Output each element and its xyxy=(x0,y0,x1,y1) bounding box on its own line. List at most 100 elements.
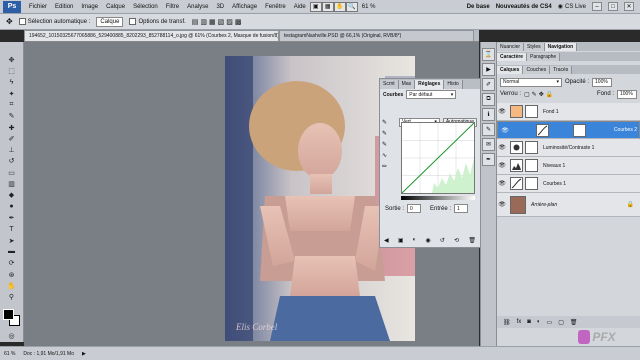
close-button[interactable]: ✕ xyxy=(624,2,634,11)
clip-layer-icon[interactable]: ◐ xyxy=(413,237,417,244)
fill-field[interactable]: 100% xyxy=(617,89,637,99)
3d-orbit-icon[interactable]: ⊛ xyxy=(5,270,19,279)
previous-state-icon[interactable]: ↺ xyxy=(440,237,445,244)
healing-brush-icon[interactable]: ✚ xyxy=(5,123,19,132)
color-swatches[interactable] xyxy=(2,308,21,326)
layer-row[interactable]: 👁 Courbes 1 xyxy=(497,175,640,193)
eyedropper-white-icon[interactable]: ✎ xyxy=(382,141,396,148)
magic-wand-icon[interactable]: ✦ xyxy=(5,89,19,98)
layer-style-icon[interactable]: fx xyxy=(517,319,522,325)
move-tool-icon[interactable]: ✥ xyxy=(6,17,13,26)
menu-filtre[interactable]: Filtre xyxy=(162,0,183,14)
eye-icon[interactable]: 👁 xyxy=(497,144,507,151)
new-layer-icon[interactable]: ▢ xyxy=(558,319,564,326)
menu-3d[interactable]: 3D xyxy=(212,0,228,14)
auto-select-checkbox[interactable]: Sélection automatique : xyxy=(18,17,90,25)
eraser-icon[interactable]: ▭ xyxy=(5,168,19,177)
tab-navigation[interactable]: Navigation xyxy=(544,43,578,51)
notes-icon[interactable]: ✉ xyxy=(482,138,495,151)
tab-reglages[interactable]: Réglages xyxy=(415,80,445,89)
zoom-tool-icon[interactable]: ⚲ xyxy=(5,293,19,302)
eye-icon[interactable]: 👁 xyxy=(497,201,507,208)
trash-icon[interactable]: 🗑 xyxy=(570,319,578,326)
input-field[interactable]: 1 xyxy=(454,204,469,213)
brush-tool-icon[interactable]: ✐ xyxy=(5,134,19,143)
eyedropper-gray-icon[interactable]: ✎ xyxy=(382,130,396,137)
info-icon[interactable]: ℹ xyxy=(482,108,495,121)
link-layers-icon[interactable]: ⛓ xyxy=(503,319,511,326)
output-field[interactable]: 0 xyxy=(407,204,422,213)
transform-checkbox[interactable]: Options de transf. xyxy=(129,17,186,25)
menu-edition[interactable]: Edition xyxy=(51,0,77,14)
blur-tool-icon[interactable]: ◆ xyxy=(5,191,19,200)
shape-tool-icon[interactable]: ▬ xyxy=(5,247,19,256)
layer-row-selected[interactable]: 👁 Courbes 2 xyxy=(497,121,640,139)
history-brush-icon[interactable]: ↺ xyxy=(5,157,19,166)
preset-dropdown[interactable]: Par défaut ▾ xyxy=(406,90,457,99)
menu-affichage[interactable]: Affichage xyxy=(228,0,261,14)
workspace-basic[interactable]: De base xyxy=(467,4,490,10)
dodge-tool-icon[interactable]: ● xyxy=(5,202,19,211)
adjustment-layer-icon[interactable]: ◐ xyxy=(537,319,541,325)
foreground-color-swatch[interactable] xyxy=(2,308,14,320)
back-arrow-icon[interactable]: ◀ xyxy=(384,237,389,244)
layer-row[interactable]: 👁 Arrière-plan 🔒 xyxy=(497,193,640,217)
tab-paragraphe[interactable]: Paragraphe xyxy=(527,53,561,61)
cs-live[interactable]: ◉ CS Live xyxy=(558,3,586,11)
path-select-icon[interactable]: ➤ xyxy=(5,236,19,245)
maximize-button[interactable]: □ xyxy=(608,2,618,11)
add-mask-icon[interactable]: ◙ xyxy=(527,319,531,325)
reset-icon[interactable]: ⟲ xyxy=(454,237,459,244)
visibility-icon[interactable]: ◉ xyxy=(425,237,430,244)
marquee-tool-icon[interactable]: ⬚ xyxy=(5,66,19,75)
quick-mask-icon[interactable]: ◎ xyxy=(5,332,19,341)
curves-graph[interactable] xyxy=(401,122,475,194)
3d-rotate-icon[interactable]: ⟳ xyxy=(5,259,19,268)
pen-tool-icon[interactable]: ✒ xyxy=(5,213,19,222)
menu-selection[interactable]: Sélection xyxy=(129,0,162,14)
gradient-icon[interactable]: ▥ xyxy=(5,179,19,188)
tab-nuancier[interactable]: Nuancier xyxy=(497,43,525,51)
new-group-icon[interactable]: ▭ xyxy=(547,319,553,326)
minibridge-icon[interactable]: ▦ xyxy=(321,1,334,12)
history-icon[interactable]: ⌛ xyxy=(482,48,495,61)
doc-tab-second[interactable]: testagramNashville.PSD @ 66,1% (Original… xyxy=(279,30,474,41)
tab-scrnt[interactable]: Scrnt xyxy=(380,80,399,89)
zoom-tool-icon[interactable]: 🔍 xyxy=(345,1,358,12)
expand-view-icon[interactable]: ▣ xyxy=(398,237,404,244)
menu-fenetre[interactable]: Fenêtre xyxy=(261,0,290,14)
tab-histo[interactable]: Histo xyxy=(444,80,463,89)
layer-row[interactable]: 👁 Luminosité/Contraste 1 xyxy=(497,139,640,157)
eye-icon[interactable]: 👁 xyxy=(497,180,507,187)
opacity-field[interactable]: 100% xyxy=(592,77,613,87)
menu-image[interactable]: Image xyxy=(77,0,102,14)
hand-tool-icon[interactable]: ✋ xyxy=(333,1,346,12)
lasso-tool-icon[interactable]: ϟ xyxy=(5,78,19,87)
tab-traces[interactable]: Tracés xyxy=(550,66,573,74)
bridge-icon[interactable]: ▣ xyxy=(309,1,322,12)
status-arrow-icon[interactable]: ▶ xyxy=(82,351,86,357)
brush-panel-icon[interactable]: ✐ xyxy=(482,78,495,91)
clone-source-icon[interactable]: ⧉ xyxy=(482,93,495,106)
menu-aide[interactable]: Aide xyxy=(290,0,310,14)
tab-caractere[interactable]: Caractère xyxy=(497,53,528,61)
menu-analyse[interactable]: Analyse xyxy=(183,0,212,14)
status-zoom[interactable]: 61 % xyxy=(4,351,15,357)
eye-icon[interactable]: 👁 xyxy=(497,108,507,115)
tab-calques[interactable]: Calques xyxy=(497,66,524,74)
minimize-button[interactable]: – xyxy=(592,2,602,11)
layer-row[interactable]: 👁 Niveaux 1 xyxy=(497,157,640,175)
doc-tab-active[interactable]: 194652_10150325677065886_529400885_82022… xyxy=(24,30,279,41)
clone-stamp-icon[interactable]: ⊥ xyxy=(5,146,19,155)
menu-fichier[interactable]: Fichier xyxy=(25,0,51,14)
layer-row[interactable]: 👁 Fond 1 xyxy=(497,103,640,121)
curve-pencil-icon[interactable]: ✏ xyxy=(382,163,396,170)
paths-icon[interactable]: ✒ xyxy=(482,153,495,166)
tab-styles[interactable]: Styles xyxy=(524,43,545,51)
eye-icon[interactable]: 👁 xyxy=(500,127,510,134)
zoom-level[interactable]: 61 % xyxy=(358,0,380,14)
eyedropper-black-icon[interactable]: ✎ xyxy=(382,119,396,126)
workspace-new-cs4[interactable]: Nouveautés de CS4 xyxy=(496,4,552,10)
crop-tool-icon[interactable]: ⌗ xyxy=(5,100,19,109)
lock-icons[interactable]: ▢✎✥🔒 xyxy=(524,91,555,98)
